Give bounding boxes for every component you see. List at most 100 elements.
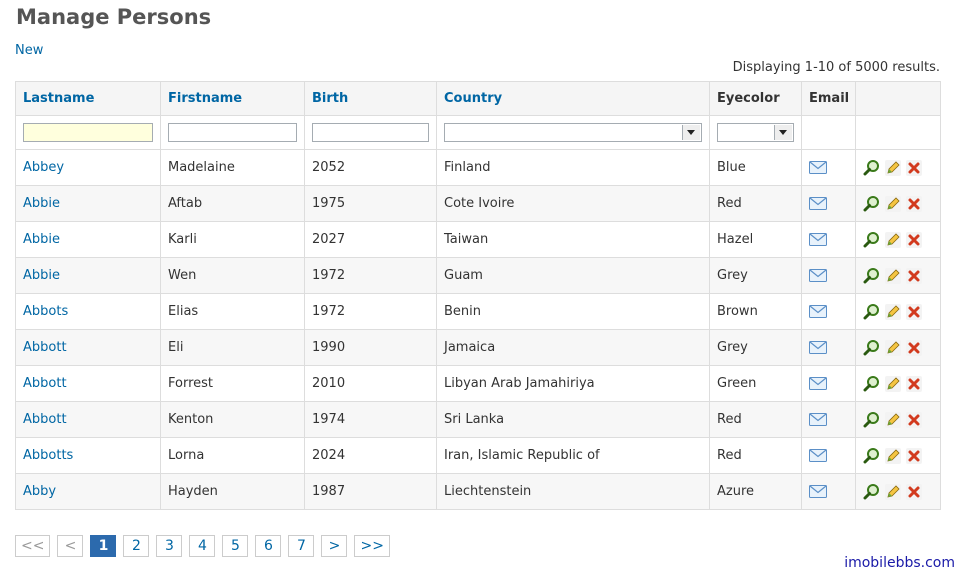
- envelope-icon[interactable]: [809, 197, 827, 210]
- envelope-icon[interactable]: [809, 269, 827, 282]
- page-1-button[interactable]: 1: [90, 535, 117, 557]
- pencil-icon[interactable]: [884, 411, 902, 429]
- filter-cell-birth: [304, 115, 437, 150]
- column-header-country[interactable]: Country: [436, 81, 710, 116]
- eyecolor-cell: Blue: [709, 149, 802, 186]
- email-cell: [801, 257, 856, 294]
- delete-x-icon[interactable]: [905, 303, 923, 321]
- page-7-button[interactable]: 7: [288, 535, 315, 557]
- previous-page-button[interactable]: <: [57, 535, 84, 557]
- row-actions: [863, 195, 933, 213]
- new-person-link[interactable]: New: [15, 43, 43, 58]
- envelope-icon[interactable]: [809, 377, 827, 390]
- envelope-icon[interactable]: [809, 233, 827, 246]
- pencil-icon[interactable]: [884, 231, 902, 249]
- next-page-button[interactable]: >: [321, 535, 348, 557]
- eyecolor-cell: Red: [709, 437, 802, 474]
- lastname-filter-input[interactable]: [23, 123, 153, 142]
- column-header-lastname[interactable]: Lastname: [15, 81, 161, 116]
- delete-x-icon[interactable]: [905, 159, 923, 177]
- actions-cell: [855, 437, 941, 474]
- page-6-button[interactable]: 6: [255, 535, 282, 557]
- country-cell: Cote Ivoire: [436, 185, 710, 222]
- chevron-down-icon[interactable]: [774, 125, 792, 140]
- eyecolor-cell: Brown: [709, 293, 802, 330]
- envelope-icon[interactable]: [809, 341, 827, 354]
- firstname-cell: Madelaine: [160, 149, 305, 186]
- eyecolor-cell: Red: [709, 401, 802, 438]
- lastname-link[interactable]: Abbey: [23, 160, 64, 175]
- magnifier-icon[interactable]: [863, 231, 881, 249]
- envelope-icon[interactable]: [809, 449, 827, 462]
- page-4-button[interactable]: 4: [189, 535, 216, 557]
- pencil-icon[interactable]: [884, 159, 902, 177]
- envelope-icon[interactable]: [809, 161, 827, 174]
- magnifier-icon[interactable]: [863, 447, 881, 465]
- magnifier-icon[interactable]: [863, 195, 881, 213]
- pencil-icon[interactable]: [884, 195, 902, 213]
- first-page-button[interactable]: <<: [15, 535, 51, 557]
- pencil-icon[interactable]: [884, 447, 902, 465]
- lastname-cell: Abbott: [15, 401, 161, 438]
- filter-cell-actions: [855, 115, 941, 150]
- magnifier-icon[interactable]: [863, 303, 881, 321]
- lastname-link[interactable]: Abbotts: [23, 448, 73, 463]
- lastname-link[interactable]: Abbie: [23, 196, 60, 211]
- delete-x-icon[interactable]: [905, 339, 923, 357]
- magnifier-icon[interactable]: [863, 375, 881, 393]
- pencil-icon[interactable]: [884, 339, 902, 357]
- envelope-icon[interactable]: [809, 485, 827, 498]
- delete-x-icon[interactable]: [905, 375, 923, 393]
- lastname-link[interactable]: Abbott: [23, 376, 67, 391]
- birth-cell: 2024: [304, 437, 437, 474]
- pencil-icon[interactable]: [884, 483, 902, 501]
- firstname-filter-input[interactable]: [168, 123, 297, 142]
- delete-x-icon[interactable]: [905, 483, 923, 501]
- page-3-button[interactable]: 3: [156, 535, 183, 557]
- pencil-icon[interactable]: [884, 303, 902, 321]
- last-page-button[interactable]: >>: [354, 535, 390, 557]
- birth-cell: 1972: [304, 257, 437, 294]
- eyecolor-cell: Grey: [709, 329, 802, 366]
- pencil-icon[interactable]: [884, 375, 902, 393]
- delete-x-icon[interactable]: [905, 231, 923, 249]
- column-header-actions: [855, 81, 941, 116]
- lastname-link[interactable]: Abbott: [23, 340, 67, 355]
- page-2-button[interactable]: 2: [123, 535, 150, 557]
- delete-x-icon[interactable]: [905, 195, 923, 213]
- table-row: Abbott Kenton 1974 Sri Lanka Red: [15, 401, 941, 438]
- table-body: Abbey Madelaine 2052 Finland Blue Abbie Aftab 1…: [15, 149, 941, 510]
- firstname-cell: Aftab: [160, 185, 305, 222]
- chevron-down-icon[interactable]: [682, 125, 700, 140]
- table-row: Abbie Wen 1972 Guam Grey: [15, 257, 941, 294]
- column-header-birth[interactable]: Birth: [304, 81, 437, 116]
- envelope-icon[interactable]: [809, 413, 827, 426]
- delete-x-icon[interactable]: [905, 447, 923, 465]
- firstname-cell: Hayden: [160, 473, 305, 510]
- envelope-icon[interactable]: [809, 305, 827, 318]
- table-row: Abbie Karli 2027 Taiwan Hazel: [15, 221, 941, 258]
- lastname-link[interactable]: Abbie: [23, 232, 60, 247]
- magnifier-icon[interactable]: [863, 267, 881, 285]
- pencil-icon[interactable]: [884, 267, 902, 285]
- lastname-cell: Abbott: [15, 329, 161, 366]
- delete-x-icon[interactable]: [905, 411, 923, 429]
- table-header-row: Lastname Firstname Birth Country Eyecolo…: [15, 81, 941, 116]
- country-filter-select[interactable]: [444, 123, 702, 142]
- magnifier-icon[interactable]: [863, 339, 881, 357]
- lastname-link[interactable]: Abbots: [23, 304, 68, 319]
- column-header-eyecolor: Eyecolor: [709, 81, 802, 116]
- birth-filter-input[interactable]: [312, 123, 429, 142]
- magnifier-icon[interactable]: [863, 411, 881, 429]
- delete-x-icon[interactable]: [905, 267, 923, 285]
- lastname-link[interactable]: Abbott: [23, 412, 67, 427]
- actions-cell: [855, 221, 941, 258]
- page-5-button[interactable]: 5: [222, 535, 249, 557]
- eyecolor-filter-select[interactable]: [717, 123, 794, 142]
- lastname-link[interactable]: Abbie: [23, 268, 60, 283]
- column-header-firstname[interactable]: Firstname: [160, 81, 305, 116]
- table-row: Abbotts Lorna 2024 Iran, Islamic Republic o…: [15, 437, 941, 474]
- magnifier-icon[interactable]: [863, 483, 881, 501]
- magnifier-icon[interactable]: [863, 159, 881, 177]
- lastname-link[interactable]: Abby: [23, 484, 56, 499]
